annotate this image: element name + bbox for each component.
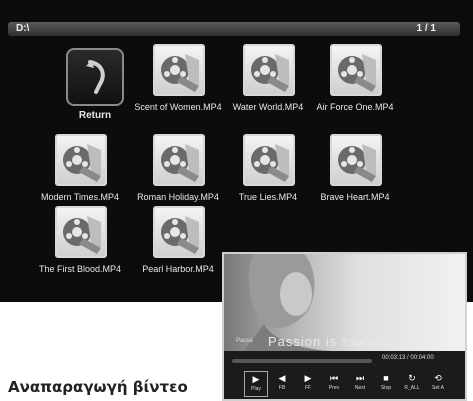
file-tile[interactable]: The First Blood.MP4 xyxy=(25,206,135,296)
video-file-icon xyxy=(243,134,295,186)
video-file-icon xyxy=(55,134,107,186)
previous-icon: ⏮ xyxy=(329,373,339,383)
fast-backward-icon: ◀ xyxy=(278,373,286,383)
control-label: Prev xyxy=(328,385,340,391)
set-a-icon: ⟲ xyxy=(434,373,442,383)
file-name: The First Blood.MP4 xyxy=(38,264,122,274)
video-file-icon xyxy=(330,44,382,96)
file-name: Brave Heart.MP4 xyxy=(320,192,390,202)
player-control-bar: 00:03:13 / 00:04:00 ▶ Play ◀ FB ▶ FF ⏮ Prev ⏭ Nex… xyxy=(224,351,465,399)
progress-bar[interactable] xyxy=(232,359,372,363)
return-icon xyxy=(66,48,124,106)
video-frame: Pause Passion is sweet xyxy=(224,254,465,351)
repeat-button[interactable]: ↻ R_ALL xyxy=(400,371,424,397)
fast-forward-button[interactable]: ▶ FF xyxy=(296,371,320,397)
video-file-icon xyxy=(153,206,205,258)
control-label: Next xyxy=(354,385,366,391)
stop-icon: ■ xyxy=(383,373,389,383)
file-tile[interactable]: Brave Heart.MP4 xyxy=(300,134,410,224)
fast-backward-button[interactable]: ◀ FB xyxy=(270,371,294,397)
time-readout: 00:03:13 / 00:04:00 xyxy=(382,355,434,361)
file-name: Air Force One.MP4 xyxy=(316,102,394,112)
caption: Αναπαραγωγή βίντεο xyxy=(8,378,188,396)
next-icon: ⏭ xyxy=(355,373,365,383)
play-button[interactable]: ▶ Play xyxy=(244,371,268,397)
play-icon: ▶ xyxy=(252,374,260,384)
file-name: Pearl Harbor.MP4 xyxy=(142,264,214,274)
subtitle-text: Passion is sweet xyxy=(268,334,381,349)
video-file-icon xyxy=(153,44,205,96)
next-button[interactable]: ⏭ Next xyxy=(348,371,372,397)
repeat-icon: ↻ xyxy=(408,373,416,383)
path-bar: D:\ 1 / 1 xyxy=(8,22,460,36)
page-indicator: 1 / 1 xyxy=(416,23,436,34)
file-tile[interactable]: Air Force One.MP4 xyxy=(300,44,410,134)
video-file-icon xyxy=(153,134,205,186)
control-label: Play xyxy=(251,386,261,392)
control-label: FB xyxy=(278,385,286,391)
set-a-button[interactable]: ⟲ Set A xyxy=(426,371,450,397)
control-label: Set A xyxy=(432,385,444,391)
control-label: FF xyxy=(304,385,312,391)
video-file-icon xyxy=(243,44,295,96)
control-label: Stop xyxy=(380,385,392,391)
current-path: D:\ xyxy=(16,23,30,34)
stop-button[interactable]: ■ Stop xyxy=(374,371,398,397)
pause-status: Pause xyxy=(236,338,254,344)
control-label: R_ALL xyxy=(404,385,420,391)
video-file-icon xyxy=(330,134,382,186)
previous-button[interactable]: ⏮ Prev xyxy=(322,371,346,397)
video-file-icon xyxy=(55,206,107,258)
file-name: Modern Times.MP4 xyxy=(40,192,120,202)
player-controls: ▶ Play ◀ FB ▶ FF ⏮ Prev ⏭ Next ■ Stop ↻ R_ALL ⟲ Set A xyxy=(232,371,464,397)
fast-forward-icon: ▶ xyxy=(304,373,312,383)
file-tile[interactable]: Pearl Harbor.MP4 xyxy=(123,206,233,296)
video-player[interactable]: Pause Passion is sweet 00:03:13 / 00:04:… xyxy=(222,252,467,401)
